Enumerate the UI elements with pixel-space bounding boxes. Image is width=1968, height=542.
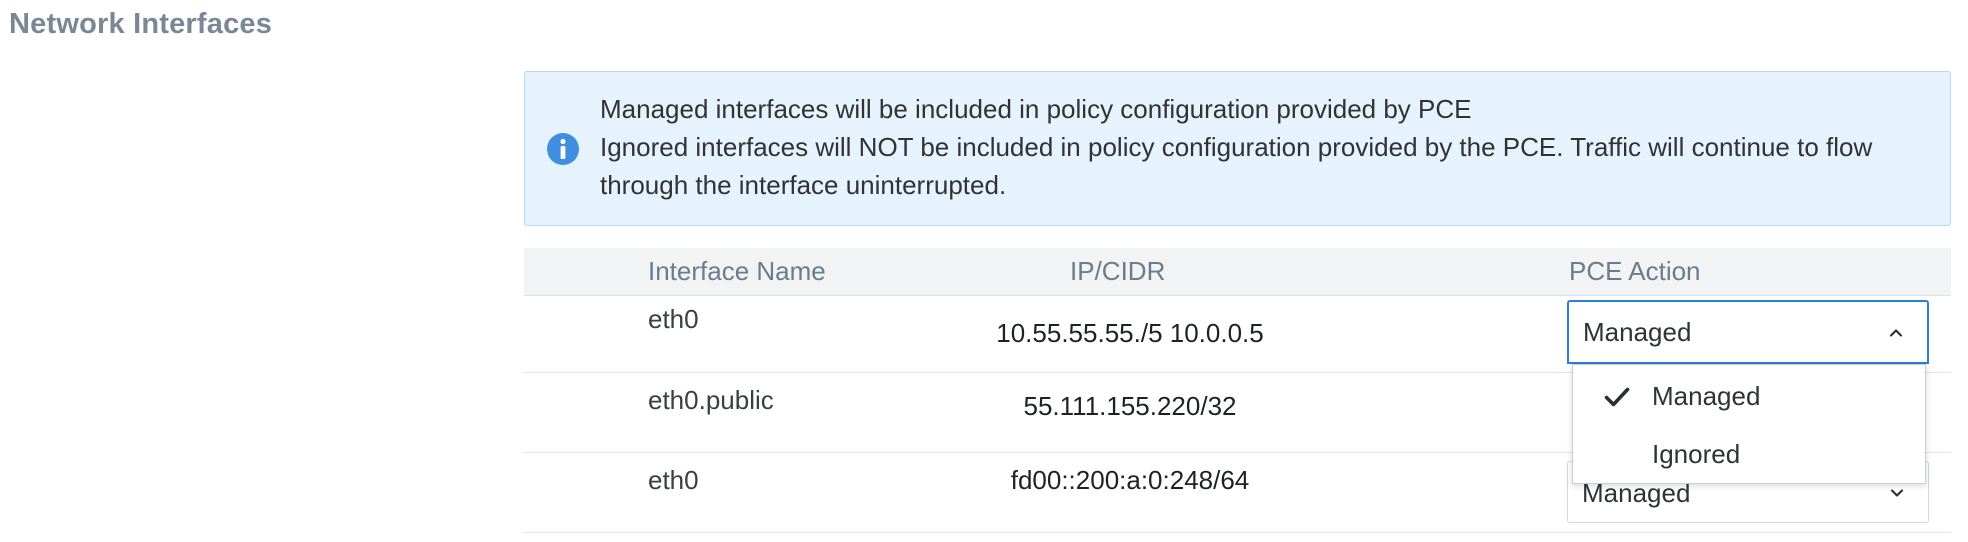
option-label: Managed — [1652, 381, 1761, 411]
info-message: Managed interfaces will be included in p… — [600, 90, 1926, 204]
info-banner: Managed interfaces will be included in p… — [524, 71, 1951, 226]
pce-action-select-value: Managed — [1583, 317, 1692, 347]
check-icon — [1604, 387, 1630, 407]
table-header: Interface Name IP/CIDR PCE Action — [524, 248, 1951, 296]
interface-name-cell: eth0.public — [648, 385, 774, 415]
column-header-pce-action: PCE Action — [1569, 256, 1701, 286]
section-title: Network Interfaces — [9, 8, 273, 40]
pce-action-dropdown-menu: Managed Ignored — [1572, 364, 1926, 484]
chevron-down-icon — [1890, 489, 1904, 497]
column-header-interface-name: Interface Name — [648, 256, 826, 286]
info-line-managed: Managed interfaces will be included in p… — [600, 94, 1472, 124]
ip-cidr-cell: fd00::200:a:0:248/64 — [1010, 465, 1250, 495]
chevron-up-icon — [1889, 329, 1903, 337]
info-icon — [547, 133, 579, 165]
option-ignored[interactable]: Ignored — [1573, 427, 1925, 483]
column-header-ip-cidr: IP/CIDR — [1070, 256, 1166, 286]
option-label: Ignored — [1652, 439, 1741, 469]
ip-cidr-cell: 55.111.155.220/32 — [1023, 391, 1237, 421]
ip-cidr-cell: 10.55.55.55./5 10.0.0.5 — [996, 318, 1264, 348]
pce-action-select[interactable]: Managed — [1567, 300, 1929, 364]
option-managed[interactable]: Managed — [1573, 369, 1925, 425]
info-line-ignored: Ignored interfaces will NOT be included … — [600, 132, 1873, 200]
interface-name-cell: eth0 — [648, 465, 699, 495]
interface-name-cell: eth0 — [648, 304, 699, 334]
